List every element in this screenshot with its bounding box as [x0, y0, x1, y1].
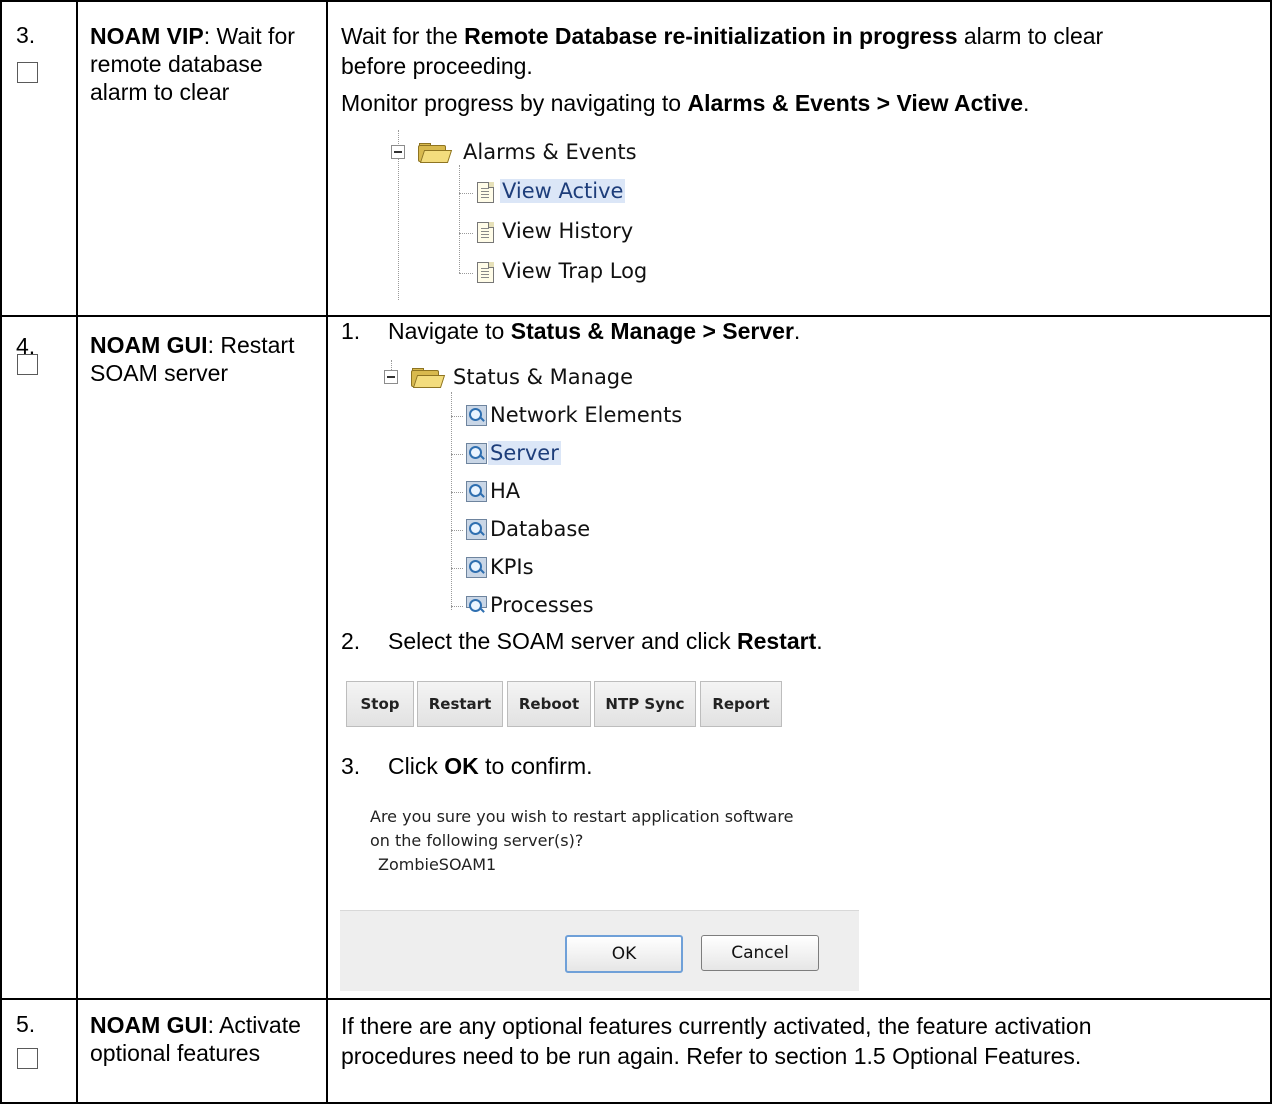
page-icon [477, 262, 494, 283]
navigation-instruction: Monitor progress by navigating to Alarms… [341, 90, 1030, 116]
substep-navigate: Navigate to Status & Manage > Server. [388, 318, 801, 344]
collapse-icon[interactable] [391, 145, 405, 159]
page-icon [477, 222, 494, 243]
tree-root-alarms-events[interactable]: Alarms & Events [463, 140, 637, 164]
reboot-button[interactable]: Reboot [507, 681, 591, 727]
table-column-divider [76, 0, 78, 1104]
tree-connector [451, 416, 463, 417]
tree-connector [459, 165, 460, 273]
table-column-divider [326, 0, 328, 1104]
tree-item-ha[interactable]: HA [490, 479, 520, 503]
folder-icon [411, 368, 446, 388]
page-icon [477, 182, 494, 203]
step-title: NOAM GUI: Restart SOAM server [90, 332, 295, 386]
substep-confirm: Click OK to confirm. [388, 753, 593, 779]
report-button[interactable]: Report [700, 681, 782, 727]
dialog-message-line2: on the following server(s)? [370, 831, 584, 850]
step-checkbox[interactable] [17, 354, 38, 375]
tree-item-view-history[interactable]: View History [502, 219, 633, 243]
step-description-line2: before proceeding. [341, 53, 533, 79]
cancel-button[interactable]: Cancel [701, 935, 819, 971]
table-border-top [0, 0, 1272, 2]
substep-number: 1. [341, 318, 361, 344]
tree-item-view-active[interactable]: View Active [500, 179, 626, 203]
tree-item-database[interactable]: Database [490, 517, 590, 541]
tree-item-kpis[interactable]: KPIs [490, 555, 534, 579]
dialog-server-name: ZombieSOAM1 [378, 855, 497, 874]
collapse-icon[interactable] [384, 370, 398, 384]
status-icon [466, 557, 487, 578]
ntp-sync-button[interactable]: NTP Sync [594, 681, 696, 727]
tree-item-server[interactable]: Server [488, 441, 561, 465]
step-number: 5. [16, 1011, 36, 1037]
tree-connector [391, 360, 392, 370]
substep-number: 2. [341, 628, 361, 654]
tree-connector [459, 193, 473, 194]
restart-button[interactable]: Restart [417, 681, 503, 727]
substep-number: 3. [341, 753, 361, 779]
status-icon [466, 443, 487, 464]
tree-connector [451, 530, 463, 531]
tree-item-processes[interactable]: Processes [490, 593, 594, 615]
step-checkbox[interactable] [17, 62, 38, 83]
table-border-left [0, 0, 2, 1104]
status-icon [466, 405, 487, 426]
tree-connector [451, 492, 463, 493]
status-icon [466, 519, 487, 540]
tree-connector [459, 233, 473, 234]
status-icon [466, 596, 487, 612]
tree-connector [459, 273, 473, 274]
step-description-line2: procedures need to be run again. Refer t… [341, 1043, 1082, 1069]
stop-button[interactable]: Stop [346, 681, 414, 727]
folder-icon [418, 143, 453, 163]
step-number: 3. [16, 22, 36, 48]
tree-connector [451, 392, 452, 610]
step-title: NOAM GUI: Activate optional features [90, 1012, 301, 1066]
tree-root-status-manage[interactable]: Status & Manage [453, 365, 633, 389]
table-row-divider [0, 315, 1272, 317]
tree-connector [451, 454, 463, 455]
substep-select-restart: Select the SOAM server and click Restart… [388, 628, 823, 654]
tree-connector [451, 568, 463, 569]
procedure-table: 3. NOAM VIP: Wait for remote database al… [0, 0, 1272, 1104]
tree-connector [451, 606, 463, 607]
step-description: Wait for the Remote Database re-initiali… [341, 23, 1104, 49]
tree-item-view-trap-log[interactable]: View Trap Log [502, 259, 647, 283]
step-description: If there are any optional features curre… [341, 1013, 1092, 1039]
step-title: NOAM VIP: Wait for remote database alarm… [90, 23, 295, 105]
status-icon [466, 481, 487, 502]
tree-item-network-elements[interactable]: Network Elements [490, 403, 682, 427]
table-row-divider [0, 998, 1272, 1000]
dialog-message-line1: Are you sure you wish to restart applica… [370, 807, 794, 826]
step-checkbox[interactable] [17, 1048, 38, 1069]
ok-button[interactable]: OK [565, 935, 683, 973]
